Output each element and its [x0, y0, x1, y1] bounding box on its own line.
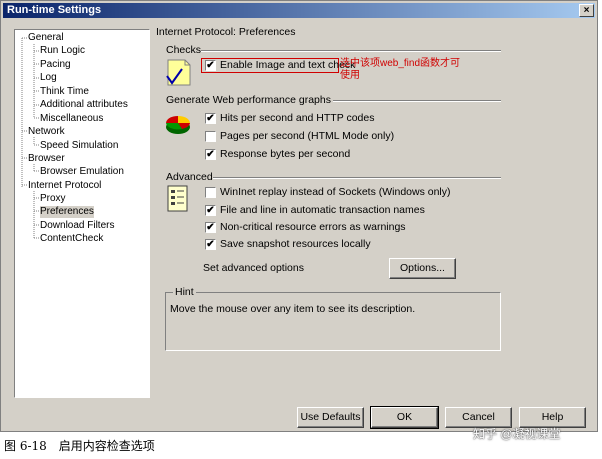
tree-item[interactable]: Additional attributes: [40, 99, 128, 111]
tree-item[interactable]: Browser Emulation: [40, 166, 124, 178]
tree-item[interactable]: Download Filters: [40, 220, 114, 232]
save-snapshot-label[interactable]: Save snapshot resources locally: [220, 238, 371, 250]
run-time-settings-dialog: Run-time Settings × General Run Logic Pa…: [0, 0, 598, 432]
tree-item[interactable]: Log: [40, 72, 57, 84]
file-line-label[interactable]: File and line in automatic transaction n…: [220, 204, 425, 216]
tree-item[interactable]: Miscellaneous: [40, 113, 103, 125]
hint-box: Hint Move the mouse over any item to see…: [165, 286, 501, 351]
document-check-icon: [166, 59, 191, 86]
hint-text: Move the mouse over any item to see its …: [170, 303, 416, 315]
wininet-replay-checkbox[interactable]: [205, 187, 216, 198]
enable-image-text-label[interactable]: Enable Image and text check: [220, 59, 355, 71]
tree-item[interactable]: Think Time: [40, 86, 89, 98]
title-bar: Run-time Settings ×: [3, 3, 595, 18]
tree-item[interactable]: Speed Simulation: [40, 140, 118, 152]
response-bytes-label[interactable]: Response bytes per second: [220, 148, 350, 160]
response-bytes-checkbox[interactable]: ✔: [205, 149, 216, 160]
advanced-title: Advanced: [166, 171, 213, 183]
window-title: Run-time Settings: [7, 4, 102, 16]
settings-tree[interactable]: General Run Logic Pacing Log Think Time Addit…: [14, 29, 150, 398]
pie-chart-icon: [166, 116, 190, 134]
graphs-divider: [333, 100, 501, 102]
noncritical-errors-label[interactable]: Non-critical resource errors as warnings: [220, 221, 406, 233]
tree-item[interactable]: Browser: [28, 153, 65, 165]
hint-title: Hint: [173, 286, 196, 298]
enable-image-text-checkbox[interactable]: ✔: [205, 60, 216, 71]
tree-item[interactable]: Internet Protocol: [28, 180, 101, 192]
watermark: 知乎 @凝视课堂: [473, 427, 561, 441]
pages-per-second-label[interactable]: Pages per second (HTML Mode only): [220, 130, 394, 142]
checks-divider: [201, 50, 501, 52]
tree-item[interactable]: Proxy: [40, 193, 66, 205]
tree-item[interactable]: Run Logic: [40, 45, 85, 57]
checks-title: Checks: [166, 44, 202, 56]
hits-per-second-checkbox[interactable]: ✔: [205, 113, 216, 124]
close-icon[interactable]: ×: [579, 4, 594, 17]
figure-caption: 图 6-18 启用内容检查选项: [4, 439, 155, 453]
noncritical-errors-checkbox[interactable]: ✔: [205, 222, 216, 233]
hits-per-second-label[interactable]: Hits per second and HTTP codes: [220, 112, 374, 124]
file-line-checkbox[interactable]: ✔: [205, 205, 216, 216]
tree-item[interactable]: Pacing: [40, 59, 71, 71]
use-defaults-button[interactable]: Use Defaults: [297, 407, 364, 428]
set-advanced-options-label: Set advanced options: [203, 262, 304, 274]
ok-button[interactable]: OK: [370, 406, 439, 429]
tree-item[interactable]: Preferences: [40, 206, 94, 218]
options-button[interactable]: Options...: [389, 258, 456, 279]
annotation-note: 选中该项web_find函数才可使用: [340, 58, 461, 81]
panel-heading: Internet Protocol: Preferences: [156, 26, 296, 38]
graphs-title: Generate Web performance graphs: [166, 94, 331, 106]
tree-item[interactable]: Network: [28, 126, 65, 138]
checklist-icon: [167, 185, 188, 212]
save-snapshot-checkbox[interactable]: ✔: [205, 239, 216, 250]
wininet-replay-label[interactable]: WinInet replay instead of Sockets (Windo…: [220, 186, 451, 198]
tree-item[interactable]: ContentCheck: [40, 233, 103, 245]
advanced-divider: [213, 177, 501, 179]
tree-item[interactable]: General: [28, 32, 64, 44]
pages-per-second-checkbox[interactable]: [205, 131, 216, 142]
